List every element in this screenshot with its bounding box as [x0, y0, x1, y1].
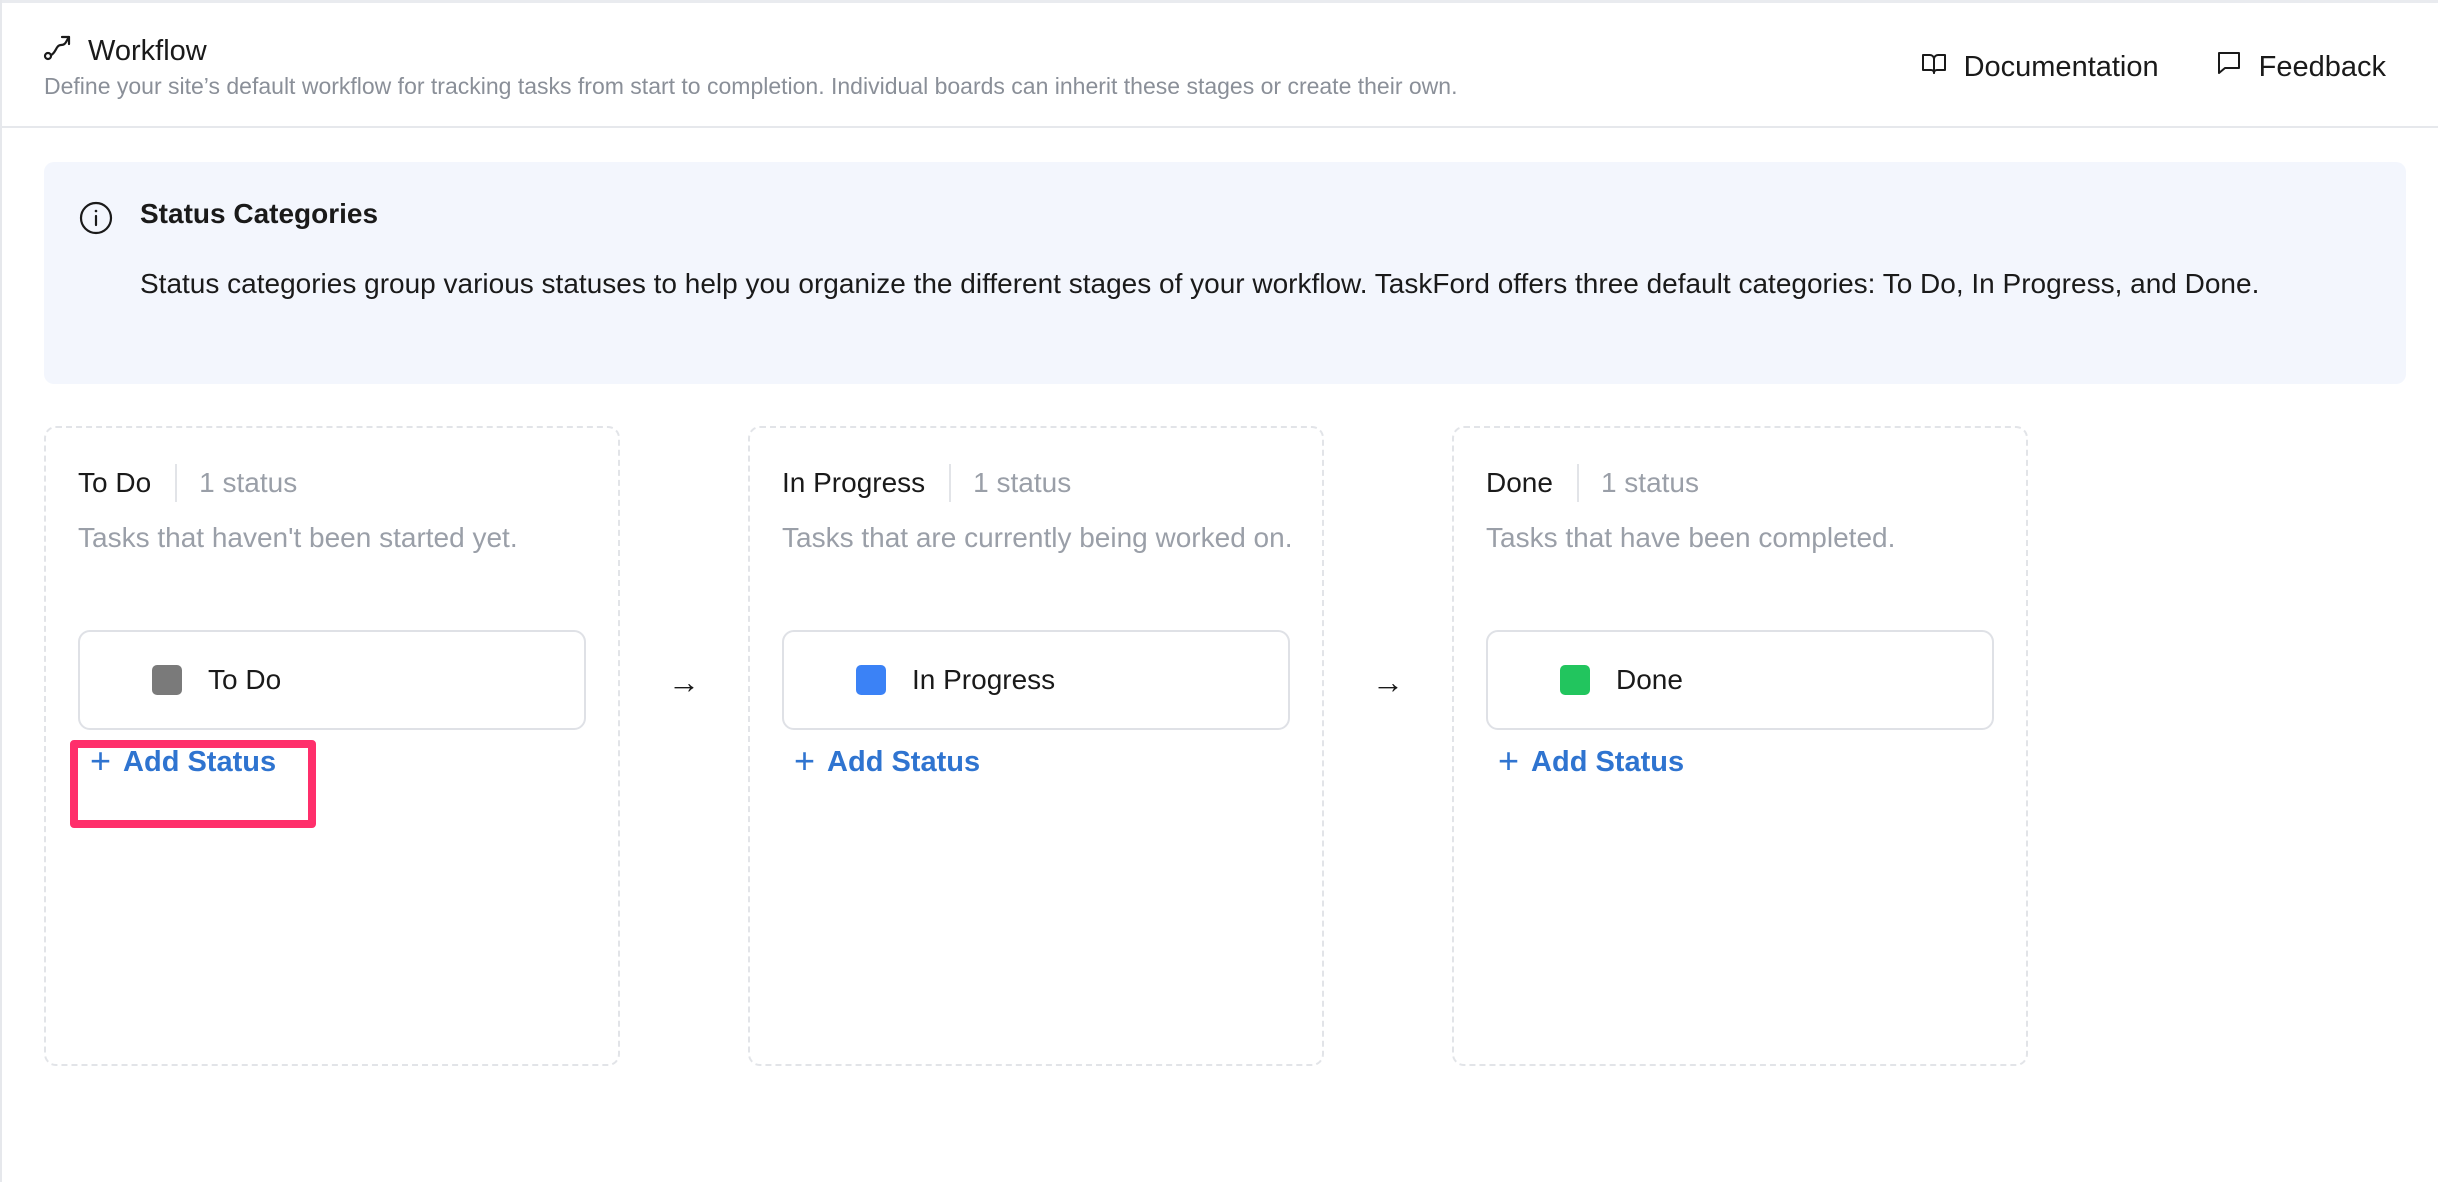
- category-description: Tasks that have been completed.: [1486, 522, 1896, 553]
- category-column-done: Done 1 status Tasks that have been compl…: [1452, 426, 2028, 1066]
- category-description: Tasks that are currently being worked on…: [782, 522, 1293, 553]
- divider: [1576, 464, 1579, 502]
- status-label: Done: [1616, 664, 1683, 695]
- info-title: Status Categories: [140, 198, 379, 229]
- workflow-icon: [42, 31, 74, 71]
- status-label: In Progress: [912, 664, 1056, 695]
- status-label: To Do: [208, 664, 282, 695]
- arrow-right-icon: →: [1372, 664, 1404, 700]
- status-item-todo[interactable]: To Do: [78, 630, 586, 730]
- book-icon: [1920, 49, 1948, 85]
- documentation-label: Documentation: [1963, 50, 2159, 83]
- category-name: In Progress: [782, 467, 926, 498]
- add-status-label: Add Status: [1531, 746, 1685, 778]
- status-item-in-progress[interactable]: In Progress: [782, 630, 1290, 730]
- chat-icon: [2215, 49, 2243, 85]
- page-title: Workflow: [42, 31, 207, 71]
- category-column-in-progress: In Progress 1 status Tasks that are curr…: [748, 426, 1324, 1066]
- plus-icon: +: [794, 739, 816, 781]
- info-text: Status categories group various statuses…: [140, 268, 2260, 299]
- add-status-button-done[interactable]: + Add Status: [1498, 739, 1685, 781]
- category-name: Done: [1486, 467, 1553, 498]
- status-color-swatch: [1560, 665, 1590, 695]
- header-links: Documentation Feedback: [1920, 49, 2386, 85]
- add-status-button-todo[interactable]: + Add Status: [90, 739, 277, 781]
- category-column-todo: To Do 1 status Tasks that haven't been s…: [44, 426, 620, 1066]
- feedback-link[interactable]: Feedback: [2215, 49, 2386, 85]
- category-header: In Progress 1 status: [782, 464, 1071, 502]
- documentation-link[interactable]: Documentation: [1920, 49, 2159, 85]
- category-header: To Do 1 status: [78, 464, 297, 502]
- divider: [175, 464, 178, 502]
- category-description: Tasks that haven't been started yet.: [78, 522, 518, 553]
- status-count: 1 status: [199, 467, 298, 498]
- status-count: 1 status: [973, 467, 1072, 498]
- plus-icon: +: [1498, 739, 1520, 781]
- add-status-label: Add Status: [123, 746, 277, 778]
- plus-icon: +: [90, 739, 112, 781]
- feedback-label: Feedback: [2258, 50, 2386, 83]
- add-status-label: Add Status: [827, 746, 981, 778]
- workflow-settings-page: Workflow Define your site’s default work…: [0, 0, 2438, 1182]
- status-categories-info: Status Categories Status categories grou…: [44, 162, 2406, 384]
- info-icon: [78, 200, 114, 236]
- page-title-text: Workflow: [88, 34, 207, 67]
- divider: [949, 464, 952, 502]
- arrow-right-icon: →: [668, 664, 700, 700]
- status-item-done[interactable]: Done: [1486, 630, 1994, 730]
- add-status-button-in-progress[interactable]: + Add Status: [794, 739, 981, 781]
- page-description: Define your site’s default workflow for …: [44, 73, 1458, 99]
- page-header: Workflow Define your site’s default work…: [2, 0, 2438, 128]
- status-color-swatch: [152, 665, 182, 695]
- status-color-swatch: [856, 665, 886, 695]
- category-name: To Do: [78, 467, 152, 498]
- status-count: 1 status: [1600, 467, 1699, 498]
- category-header: Done 1 status: [1486, 464, 1699, 502]
